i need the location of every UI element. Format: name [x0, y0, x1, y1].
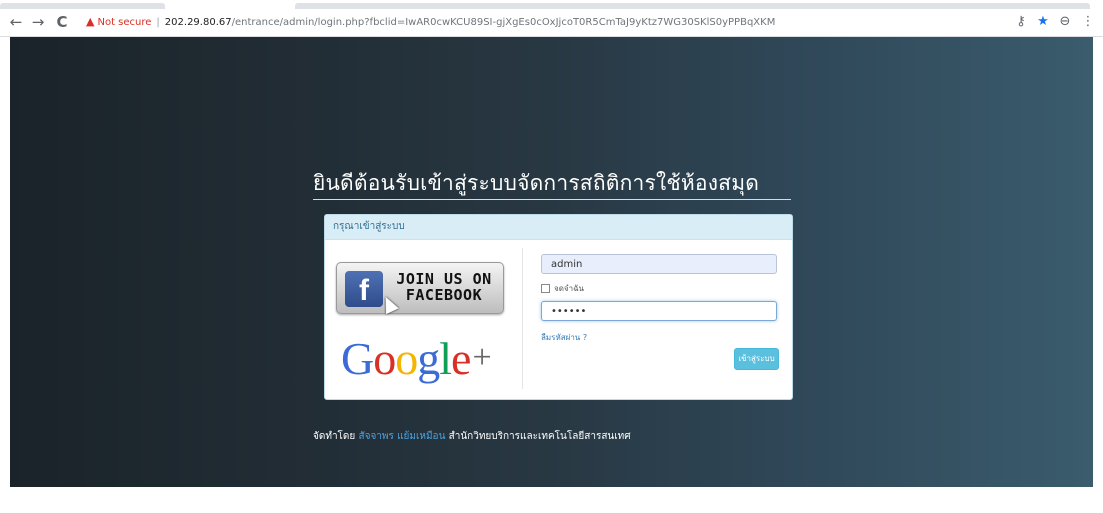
vertical-divider [522, 248, 523, 389]
url-path: /entrance/admin/login.php?fbclid=IwAR0cw… [231, 17, 776, 28]
panel-body: f JOIN US ON FACEBOOK Google+ admin จดจำ… [325, 240, 792, 399]
facebook-button-line2: FACEBOOK [405, 286, 483, 304]
address-separator: | [156, 17, 160, 28]
login-panel: กรุณาเข้าสู่ระบบ f JOIN US ON FACEBOOK G… [324, 214, 793, 400]
footer-author-link[interactable]: สัจจาพร แย้มเหมือน [358, 431, 445, 442]
facebook-button-line1: JOIN US ON [396, 270, 492, 288]
menu-icon[interactable]: ⋮ [1079, 12, 1097, 32]
page-title: ยินดีต้อนรับเข้าสู่ระบบจัดการสถิติการใช้… [313, 171, 760, 195]
google-letter: l [439, 333, 452, 384]
title-divider [313, 199, 791, 200]
forgot-password-link[interactable]: ลืมรหัสผ่าน ? [541, 331, 587, 344]
password-input[interactable]: •••••• [541, 301, 777, 321]
google-plus-login-button[interactable]: Google+ [341, 333, 492, 384]
remember-label: จดจำฉัน [554, 284, 584, 293]
page-bottom-margin [0, 487, 1103, 513]
username-input[interactable]: admin [541, 254, 777, 274]
star-icon[interactable]: ★ [1034, 12, 1052, 32]
profile-icon[interactable]: ⊖ [1056, 12, 1074, 32]
page-viewport: ยินดีต้อนรับเข้าสู่ระบบจัดการสถิติการใช้… [10, 37, 1093, 487]
reload-icon[interactable]: C [52, 12, 72, 32]
remember-me[interactable]: จดจำฉัน [541, 282, 584, 295]
panel-heading: กรุณาเข้าสู่ระบบ [325, 215, 792, 240]
google-plus-sign: + [472, 339, 491, 376]
back-icon[interactable]: ← [6, 12, 26, 32]
remember-checkbox[interactable] [541, 284, 550, 293]
forward-icon[interactable]: → [28, 12, 48, 32]
google-letter: e [451, 333, 471, 384]
address-bar[interactable]: ▲ Not secure | 202.29.80.67/entrance/admin/… [86, 12, 998, 32]
facebook-login-button[interactable]: f JOIN US ON FACEBOOK [336, 262, 504, 315]
google-letter: G [341, 333, 374, 384]
facebook-icon: f [345, 271, 383, 307]
footer-org: สำนักวิทยบริการและเทคโนโลยีสารสนเทศ [448, 431, 631, 442]
footer-prefix: จัดทำโดย [313, 431, 356, 442]
google-letter: o [373, 333, 396, 384]
facebook-button-text: JOIN US ON FACEBOOK [389, 271, 499, 303]
tab-strip [0, 0, 1103, 9]
key-icon[interactable]: ⚷ [1012, 12, 1030, 32]
page-footer: จัดทำโดย สัจจาพร แย้มเหมือน สำนักวิทยบริ… [313, 429, 631, 444]
browser-toolbar: ← → C ▲ Not secure | 202.29.80.67/entrance/… [0, 9, 1103, 37]
google-letter: o [395, 333, 418, 384]
login-button[interactable]: เข้าสู่ระบบ [734, 348, 779, 370]
not-secure-label[interactable]: Not secure [97, 17, 151, 28]
url-host: 202.29.80.67 [164, 17, 232, 28]
warning-triangle-icon[interactable]: ▲ [86, 12, 94, 32]
google-letter: g [417, 333, 440, 384]
